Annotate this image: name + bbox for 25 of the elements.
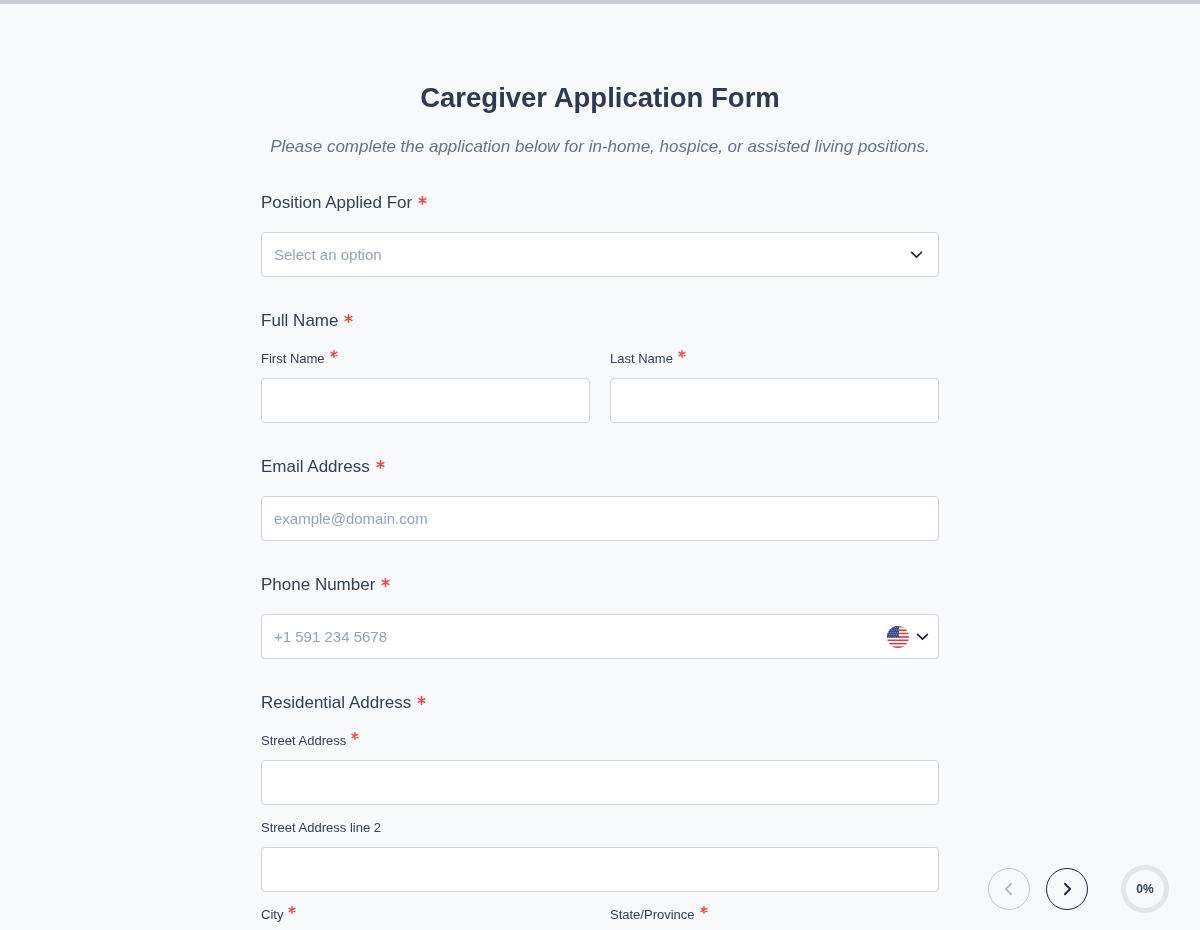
field-sublabel: City [261, 906, 284, 924]
country-select-button[interactable] [887, 625, 929, 648]
chevron-down-icon [916, 630, 929, 643]
field-sublabel: Street Address [261, 732, 347, 750]
flag-icon [887, 625, 909, 648]
input-field[interactable] [261, 847, 939, 892]
email-field[interactable]: example@domain.com [261, 496, 939, 541]
phone-field[interactable]: +1 591 234 5678 [261, 614, 939, 659]
form-title: Caregiver Application Form [419, 81, 781, 115]
chevron-down-icon [910, 248, 923, 261]
input-field[interactable] [261, 378, 590, 423]
field-sublabel: Street Address line 2 [261, 819, 381, 837]
progress-percent: 0% [1136, 882, 1154, 896]
field-label: Email Address [261, 457, 370, 477]
field-sublabel: Last Name [610, 350, 673, 368]
field-label: Residential Address [261, 693, 412, 713]
field-sublabel: State/Province [610, 906, 695, 924]
field-label: Phone Number [261, 575, 376, 595]
form-subtitle: Please complete the application below for in-home, hospice, or assisted living positions. [269, 137, 931, 157]
field-sublabel: First Name [261, 350, 325, 368]
input-field[interactable] [610, 378, 939, 423]
input-field[interactable] [261, 760, 939, 805]
field-label: Full Name [261, 311, 339, 331]
select-field[interactable]: Select an option [261, 232, 939, 277]
field-label: Position Applied For [261, 193, 413, 213]
